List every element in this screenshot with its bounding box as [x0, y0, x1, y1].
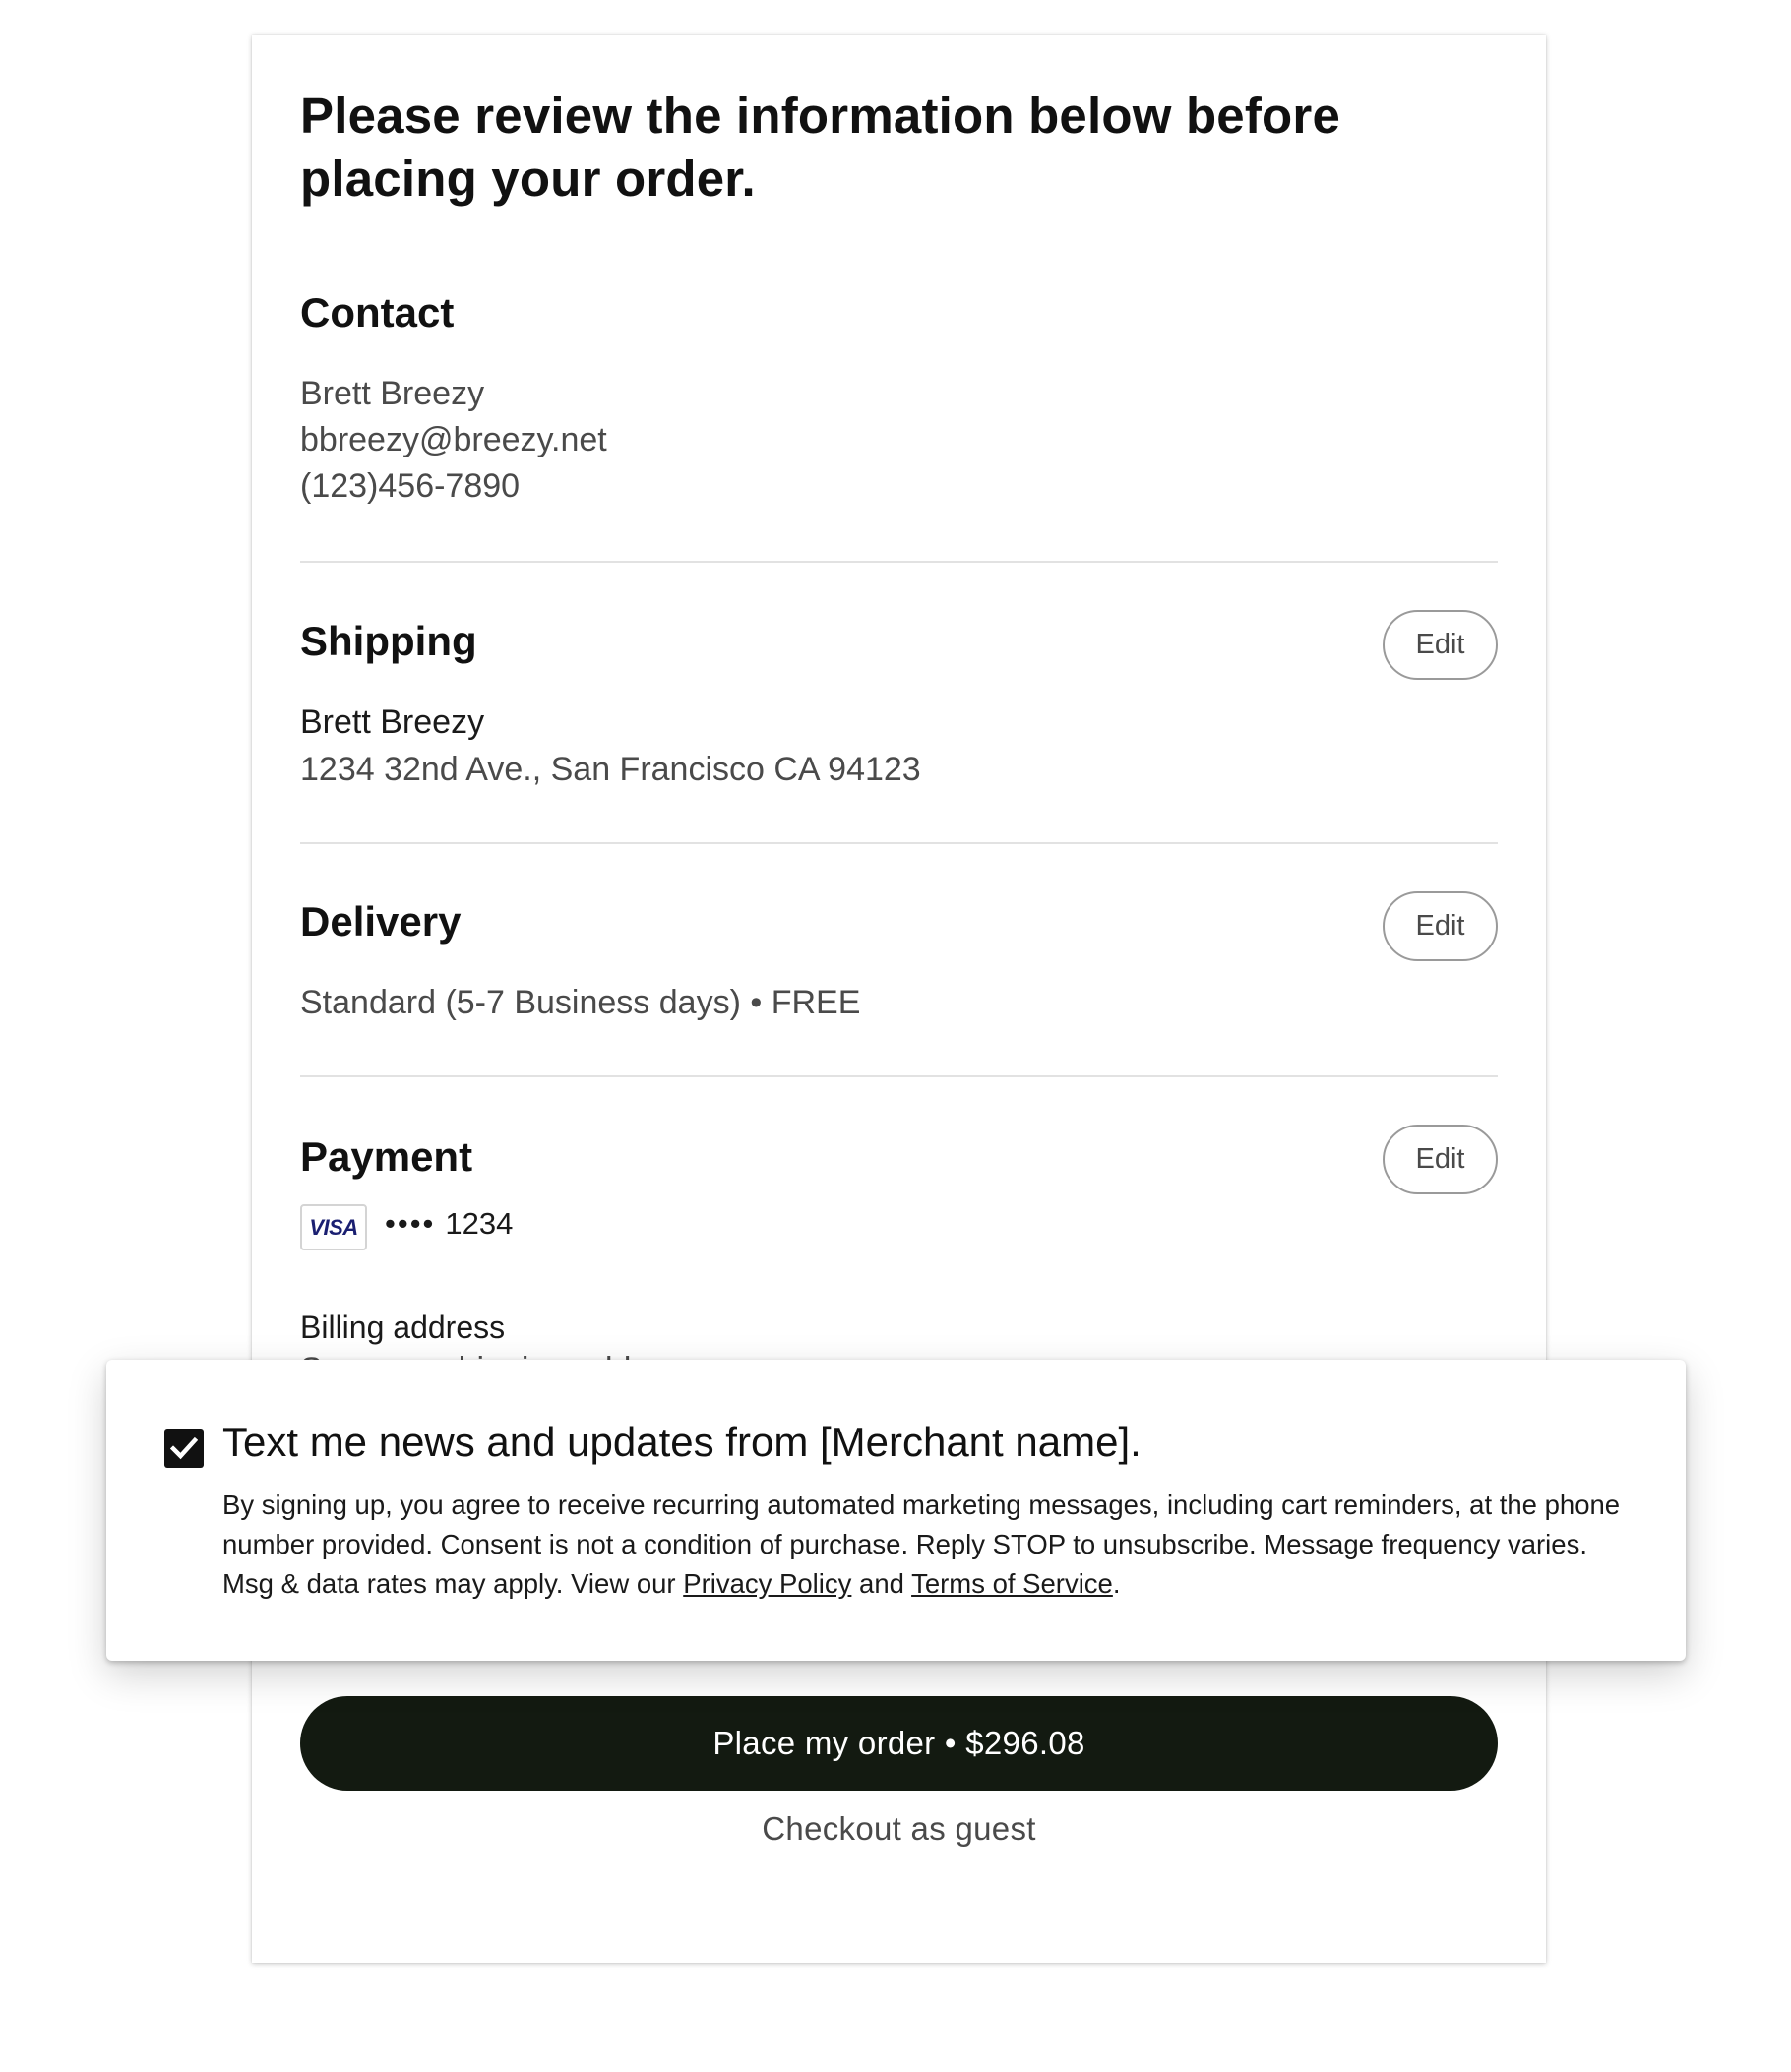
delivery-heading: Delivery	[300, 898, 462, 945]
order-review-card: Please review the information below befo…	[252, 35, 1546, 1963]
edit-payment-button[interactable]: Edit	[1383, 1125, 1498, 1194]
delivery-method: Standard (5-7 Business days) • FREE	[300, 984, 861, 1021]
divider	[300, 561, 1498, 563]
card-mask: ••••	[385, 1206, 436, 1241]
terms-of-service-link[interactable]: Terms of Service	[911, 1568, 1113, 1599]
order-review-content: Please review the information below befo…	[300, 35, 1498, 1963]
sms-legal-text: By signing up, you agree to receive recu…	[222, 1486, 1639, 1604]
card-last4: 1234	[445, 1206, 514, 1241]
sms-optin-label: Text me news and updates from [Merchant …	[222, 1419, 1142, 1465]
sms-optin-panel: Text me news and updates from [Merchant …	[106, 1360, 1686, 1661]
privacy-policy-link[interactable]: Privacy Policy	[683, 1568, 851, 1599]
edit-delivery-button[interactable]: Edit	[1383, 891, 1498, 961]
legal-and: and	[859, 1568, 904, 1599]
place-order-button[interactable]: Place my order • $296.08	[300, 1696, 1498, 1791]
edit-shipping-button[interactable]: Edit	[1383, 610, 1498, 680]
contact-heading: Contact	[300, 289, 455, 335]
payment-heading: Payment	[300, 1133, 473, 1180]
contact-email: bbreezy@breezy.net	[300, 421, 607, 458]
page-title: Please review the information below befo…	[300, 88, 1341, 207]
sms-optin-checkbox[interactable]	[164, 1429, 204, 1468]
shipping-name: Brett Breezy	[300, 703, 485, 741]
shipping-address: 1234 32nd Ave., San Francisco CA 94123	[300, 751, 921, 788]
divider	[300, 1075, 1498, 1077]
legal-end: .	[1112, 1568, 1121, 1599]
checkout-as-guest-link[interactable]: Checkout as guest	[300, 1810, 1498, 1848]
check-icon	[170, 1436, 198, 1460]
divider	[300, 842, 1498, 844]
shipping-heading: Shipping	[300, 618, 477, 664]
contact-name: Brett Breezy	[300, 375, 485, 412]
visa-icon: VISA	[300, 1204, 367, 1250]
card-number: •••• 1234	[385, 1206, 513, 1242]
billing-heading: Billing address	[300, 1310, 506, 1345]
contact-phone: (123)456-7890	[300, 467, 521, 505]
